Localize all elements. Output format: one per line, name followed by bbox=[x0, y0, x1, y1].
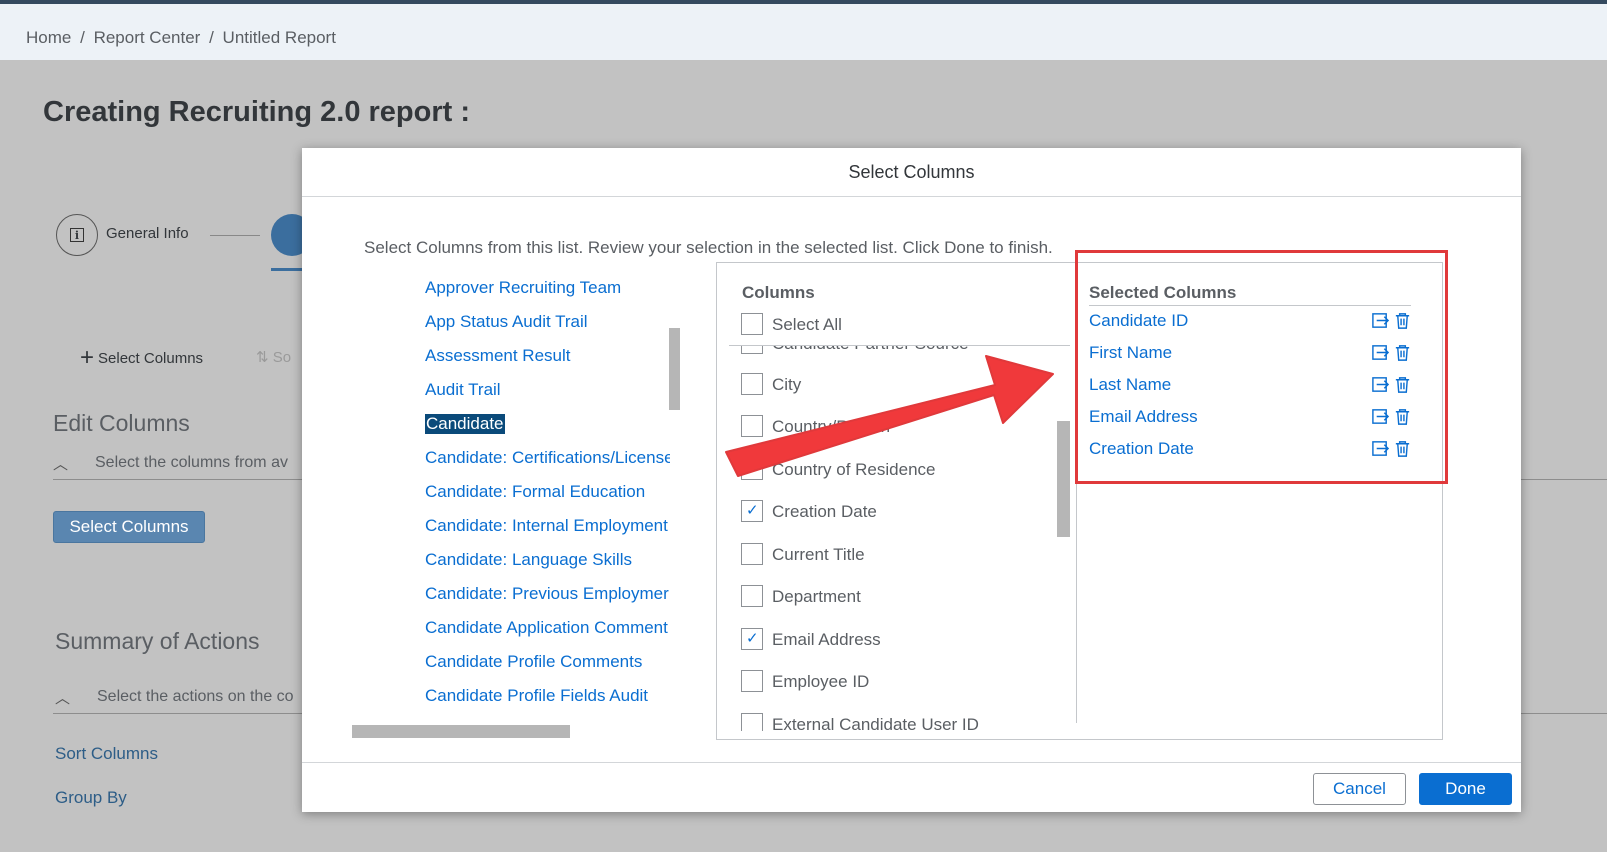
column-label: Current Title bbox=[772, 545, 865, 564]
column-label: Candidate Partner Source bbox=[772, 346, 969, 354]
category-item[interactable]: App Status Audit Trail bbox=[425, 312, 588, 332]
breadcrumb-report-center[interactable]: Report Center bbox=[94, 28, 201, 47]
category-item[interactable]: Candidate: Certifications/License bbox=[425, 448, 670, 468]
toolbar-sort-label: So bbox=[272, 349, 292, 366]
breadcrumb: Home / Report Center / Untitled Report bbox=[26, 28, 340, 48]
selected-columns-highlight bbox=[1075, 250, 1448, 484]
toolbar-sort[interactable]: ⇅ So bbox=[256, 348, 291, 366]
column-label: External Candidate User ID bbox=[772, 715, 979, 731]
toolbar-select-columns[interactable]: + Select Columns bbox=[80, 344, 204, 371]
summary-heading: Summary of Actions bbox=[55, 628, 260, 654]
step-general-info[interactable]: i bbox=[56, 214, 98, 256]
column-label: Creation Date bbox=[772, 502, 877, 521]
dialog-description: Select Columns from this list. Review yo… bbox=[364, 238, 1053, 257]
done-button[interactable]: Done bbox=[1419, 773, 1512, 805]
edit-columns-subtext: Select the columns from av bbox=[95, 454, 288, 471]
chevron-up-icon[interactable]: ︿ bbox=[55, 687, 70, 708]
dialog-footer: Cancel Done bbox=[302, 762, 1521, 813]
select-columns-dialog: Select Columns Select Columns from this … bbox=[302, 148, 1521, 812]
column-checkbox-checked[interactable]: ✓ bbox=[741, 500, 763, 522]
column-checkbox[interactable] bbox=[741, 373, 763, 395]
chevron-up-icon[interactable]: ︿ bbox=[53, 453, 68, 474]
column-label: City bbox=[772, 375, 802, 394]
category-list: Approver Recruiting Team App Status Audi… bbox=[425, 266, 670, 716]
category-item[interactable]: Candidate: Language Skills bbox=[425, 550, 632, 570]
cancel-button[interactable]: Cancel bbox=[1313, 773, 1406, 805]
plus-icon: + bbox=[80, 344, 95, 371]
category-item[interactable]: Audit Trail bbox=[425, 380, 501, 400]
divider bbox=[53, 713, 303, 714]
sort-icon: ⇅ bbox=[256, 349, 269, 366]
select-all-label: Select All bbox=[772, 315, 842, 334]
column-checkbox[interactable] bbox=[741, 346, 763, 354]
column-label: Country/Region bbox=[772, 417, 891, 436]
category-item[interactable]: Candidate Application Comment bbox=[425, 618, 668, 638]
select-all-checkbox[interactable] bbox=[741, 313, 763, 335]
select-columns-button[interactable]: Select Columns bbox=[53, 511, 205, 543]
checkmark-icon: ✓ bbox=[746, 502, 759, 519]
category-scrollbar-vertical[interactable] bbox=[669, 328, 680, 410]
category-item[interactable]: Candidate: Previous Employmer bbox=[425, 584, 669, 604]
breadcrumb-current: Untitled Report bbox=[222, 28, 336, 47]
breadcrumb-separator: / bbox=[209, 28, 214, 47]
category-item[interactable]: Approver Recruiting Team bbox=[425, 278, 621, 298]
breadcrumb-separator: / bbox=[80, 28, 85, 47]
step-general-info-label: General Info bbox=[106, 225, 189, 242]
column-checkbox[interactable] bbox=[741, 543, 763, 565]
category-item[interactable]: Assessment Result bbox=[425, 346, 571, 366]
sort-columns-link[interactable]: Sort Columns bbox=[55, 744, 158, 764]
columns-list: Candidate Partner Source City Country/Re… bbox=[717, 346, 1067, 731]
page-title: Creating Recruiting 2.0 report : bbox=[43, 96, 471, 128]
divider bbox=[1521, 713, 1607, 714]
column-checkbox-checked[interactable]: ✓ bbox=[741, 628, 763, 650]
column-checkbox[interactable] bbox=[741, 415, 763, 437]
divider bbox=[53, 479, 303, 480]
summary-subtext: Select the actions on the co bbox=[97, 688, 294, 705]
checkmark-icon: ✓ bbox=[746, 630, 759, 647]
column-label: Department bbox=[772, 587, 861, 606]
column-checkbox[interactable] bbox=[741, 713, 763, 731]
column-label: Country of Residence bbox=[772, 460, 936, 479]
category-item[interactable]: Candidate Profile Comments bbox=[425, 652, 642, 672]
column-label: Employee ID bbox=[772, 672, 870, 691]
category-item[interactable]: Candidate: Formal Education bbox=[425, 482, 645, 502]
dialog-title: Select Columns bbox=[302, 148, 1521, 197]
category-item-selected[interactable]: Candidate bbox=[425, 414, 505, 434]
toolbar-select-columns-label: Select Columns bbox=[98, 349, 204, 367]
category-item[interactable]: Candidate Profile Fields Audit bbox=[425, 686, 648, 706]
category-item[interactable]: Candidate: Internal Employment bbox=[425, 516, 668, 536]
edit-columns-heading: Edit Columns bbox=[53, 410, 190, 436]
step-connector bbox=[210, 235, 260, 236]
column-label: Email Address bbox=[772, 630, 881, 649]
breadcrumb-bar: Home / Report Center / Untitled Report bbox=[0, 4, 1607, 60]
columns-scrollbar[interactable] bbox=[1057, 421, 1070, 537]
group-by-link[interactable]: Group By bbox=[55, 788, 127, 808]
category-scrollbar-horizontal[interactable] bbox=[352, 725, 570, 738]
column-checkbox[interactable] bbox=[741, 585, 763, 607]
column-checkbox[interactable] bbox=[741, 458, 763, 480]
breadcrumb-home[interactable]: Home bbox=[26, 28, 71, 47]
column-checkbox[interactable] bbox=[741, 670, 763, 692]
divider bbox=[1521, 479, 1607, 480]
info-icon: i bbox=[70, 228, 84, 242]
step-active-indicator bbox=[271, 268, 305, 271]
columns-heading: Columns bbox=[742, 283, 815, 302]
